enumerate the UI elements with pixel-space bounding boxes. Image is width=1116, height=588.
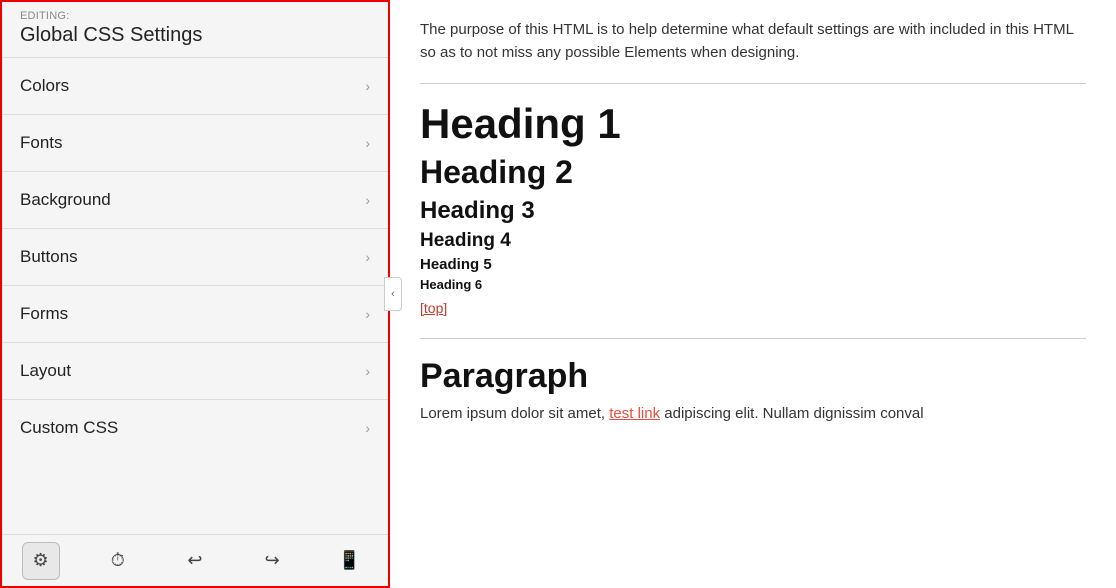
- chevron-right-icon-custom-css: ›: [365, 420, 370, 436]
- chevron-right-icon-background: ›: [365, 192, 370, 208]
- sidebar-item-fonts[interactable]: Fonts ›: [2, 114, 388, 171]
- sidebar-item-label-forms: Forms: [20, 304, 68, 324]
- sidebar-item-label-custom-css: Custom CSS: [20, 418, 118, 438]
- toolbar-settings-button[interactable]: ⚙: [22, 542, 60, 580]
- sidebar-item-label-colors: Colors: [20, 76, 69, 96]
- sidebar-item-colors[interactable]: Colors ›: [2, 57, 388, 114]
- intro-text: The purpose of this HTML is to help dete…: [420, 18, 1086, 65]
- chevron-left-icon: ‹: [391, 288, 395, 300]
- heading-5: Heading 5: [420, 256, 1086, 273]
- mobile-icon: 📱: [338, 550, 360, 571]
- headings-section: Heading 1 Heading 2 Heading 3 Heading 4 …: [420, 100, 1086, 292]
- sidebar-item-background[interactable]: Background ›: [2, 171, 388, 228]
- test-link[interactable]: test link: [609, 405, 660, 422]
- heading-2: Heading 2: [420, 154, 1086, 191]
- collapse-toggle[interactable]: ‹: [384, 277, 402, 311]
- toolbar-redo-button[interactable]: ↪: [253, 542, 291, 580]
- sidebar-item-custom-css[interactable]: Custom CSS ›: [2, 399, 388, 456]
- main-content: The purpose of this HTML is to help dete…: [390, 0, 1116, 588]
- sidebar-nav: Colors › Fonts › Background › Buttons › …: [2, 57, 388, 534]
- toolbar-history-button[interactable]: ⏱: [99, 542, 137, 580]
- heading-4: Heading 4: [420, 230, 1086, 252]
- sidebar-item-buttons[interactable]: Buttons ›: [2, 228, 388, 285]
- heading-1: Heading 1: [420, 100, 1086, 148]
- sidebar-item-label-fonts: Fonts: [20, 133, 63, 153]
- heading-3: Heading 3: [420, 197, 1086, 225]
- chevron-right-icon-buttons: ›: [365, 249, 370, 265]
- chevron-right-icon-fonts: ›: [365, 135, 370, 151]
- heading-6: Heading 6: [420, 277, 1086, 292]
- section-divider-2: [420, 338, 1086, 339]
- paragraph-body: Lorem ipsum dolor sit amet, test link ad…: [420, 402, 1086, 426]
- sidebar-item-label-layout: Layout: [20, 361, 71, 381]
- chevron-right-icon-layout: ›: [365, 363, 370, 379]
- sidebar-item-label-buttons: Buttons: [20, 247, 78, 267]
- chevron-right-icon-forms: ›: [365, 306, 370, 322]
- settings-icon: ⚙: [33, 550, 49, 571]
- sidebar-item-label-background: Background: [20, 190, 111, 210]
- paragraph-rest: adipiscing elit. Nullam dignissim conval: [660, 405, 923, 422]
- sidebar: EDITING: Global CSS Settings Colors › Fo…: [0, 0, 390, 588]
- undo-icon: ↩: [187, 550, 202, 571]
- editing-label: EDITING:: [2, 2, 388, 22]
- sidebar-item-forms[interactable]: Forms ›: [2, 285, 388, 342]
- top-link[interactable]: [top]: [420, 300, 447, 316]
- paragraph-text: Lorem ipsum dolor sit amet,: [420, 405, 609, 422]
- chevron-right-icon-colors: ›: [365, 78, 370, 94]
- sidebar-toolbar: ⚙ ⏱ ↩ ↪ 📱: [2, 534, 388, 586]
- sidebar-title: Global CSS Settings: [2, 22, 388, 57]
- redo-icon: ↪: [265, 550, 280, 571]
- paragraph-title: Paragraph: [420, 357, 1086, 396]
- toolbar-undo-button[interactable]: ↩: [176, 542, 214, 580]
- toolbar-mobile-button[interactable]: 📱: [330, 542, 368, 580]
- sidebar-item-layout[interactable]: Layout ›: [2, 342, 388, 399]
- history-icon: ⏱: [111, 550, 125, 571]
- section-divider: [420, 83, 1086, 84]
